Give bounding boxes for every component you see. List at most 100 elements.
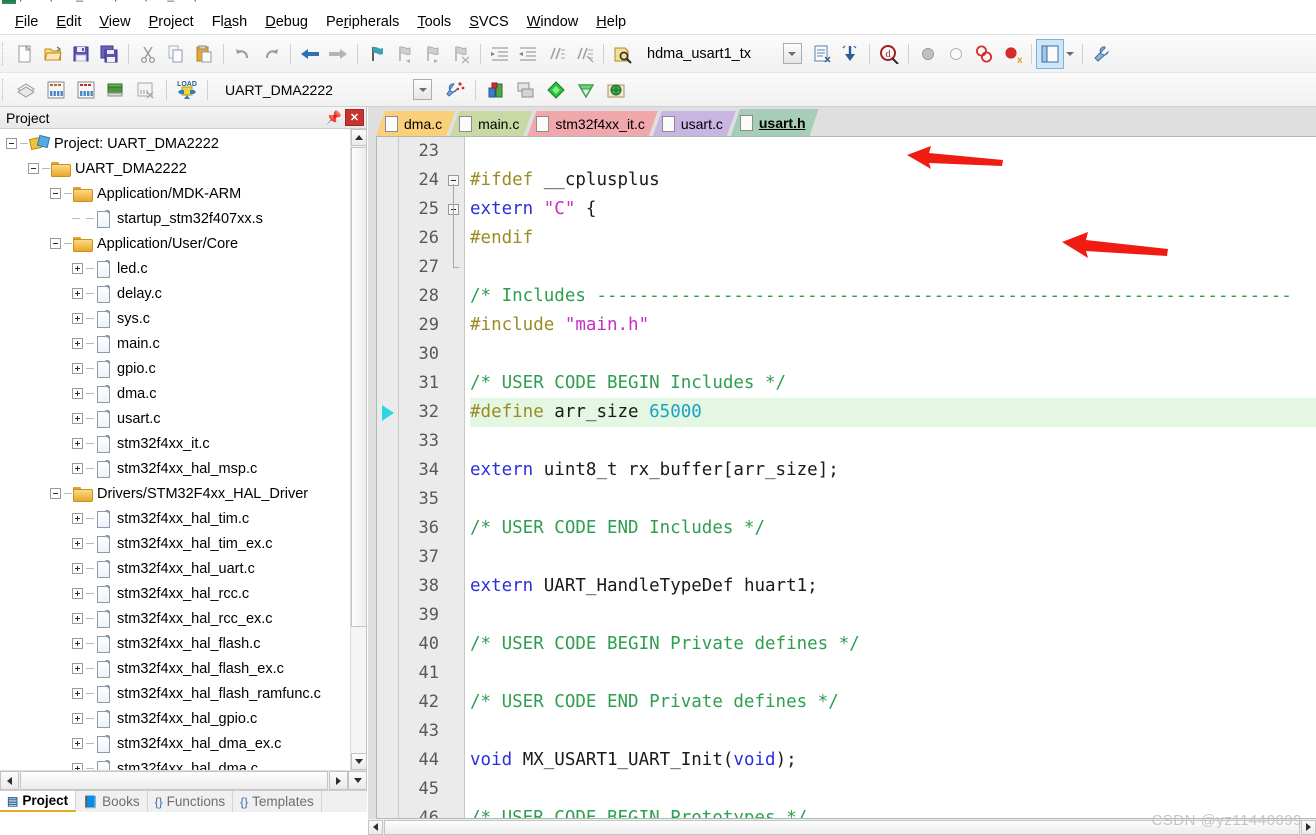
scroll-left-button[interactable] [0, 771, 19, 790]
editor-horizontal-scrollbar[interactable] [368, 819, 1316, 835]
tree-item[interactable]: Drivers/STM32F4xx_HAL_Driver [0, 481, 350, 506]
paste-icon[interactable] [190, 40, 218, 68]
tree-expand-toggle[interactable] [72, 313, 83, 324]
tree-item[interactable]: stm32f4xx_hal_gpio.c [0, 706, 350, 731]
tree-item[interactable]: dma.c [0, 381, 350, 406]
tree-collapse-toggle[interactable] [50, 488, 61, 499]
tree-item[interactable]: stm32f4xx_hal_dma.c [0, 756, 350, 770]
breakpoint-disable-icon[interactable] [942, 40, 970, 68]
editor-horizontal-scroll-thumb[interactable] [384, 819, 1300, 835]
code-line[interactable] [470, 427, 1316, 456]
cut-icon[interactable] [134, 40, 162, 68]
target-select-dropdown[interactable] [413, 79, 432, 100]
menu-item-window[interactable]: Window [518, 11, 588, 33]
tree-item[interactable]: stm32f4xx_it.c [0, 431, 350, 456]
download-icon[interactable]: LOAD [172, 77, 202, 103]
bookmark-gutter[interactable] [377, 137, 399, 818]
code-line[interactable]: /* USER CODE END Includes */ [470, 514, 1316, 543]
manage-runtime-icon[interactable] [541, 77, 571, 103]
code-line[interactable] [470, 137, 1316, 166]
tree-item[interactable]: UART_DMA2222 [0, 156, 350, 181]
redo-icon[interactable] [257, 40, 285, 68]
tree-expand-toggle[interactable] [72, 588, 83, 599]
toolbar-grip[interactable] [2, 42, 8, 65]
new-file-icon[interactable] [11, 40, 39, 68]
tree-expand-toggle[interactable] [72, 263, 83, 274]
breakpoint-disable-all-icon[interactable]: x [998, 40, 1026, 68]
breakpoint-kill-all-icon[interactable] [970, 40, 998, 68]
tree-item[interactable]: gpio.c [0, 356, 350, 381]
tree-collapse-toggle[interactable] [50, 238, 61, 249]
window-layout-icon[interactable] [1035, 38, 1064, 69]
symbol-combo-dropdown[interactable] [782, 43, 802, 64]
save-icon[interactable] [67, 40, 95, 68]
code-line[interactable]: #endif [470, 224, 1316, 253]
editor-tab-stm32f4xx_it-c[interactable]: stm32f4xx_it.c [527, 111, 657, 136]
save-all-icon[interactable] [95, 40, 123, 68]
cmsis-diamond-icon[interactable] [571, 77, 601, 103]
code-line[interactable]: #ifdef __cplusplus [470, 166, 1316, 195]
code-line[interactable]: extern UART_HandleTypeDef huart1; [470, 572, 1316, 601]
navigate-back-icon[interactable] [296, 40, 324, 68]
tree-collapse-toggle[interactable] [6, 138, 17, 149]
undo-icon[interactable] [229, 40, 257, 68]
tree-item[interactable]: sys.c [0, 306, 350, 331]
tree-item[interactable]: stm32f4xx_hal_dma_ex.c [0, 731, 350, 756]
goto-definition-icon[interactable] [836, 40, 864, 68]
code-line[interactable]: #include "main.h" [470, 311, 1316, 340]
tree-expand-toggle[interactable] [72, 438, 83, 449]
toolbar-grip[interactable] [2, 78, 8, 101]
tree-expand-toggle[interactable] [72, 338, 83, 349]
tree-item[interactable]: startup_stm32f407xx.s [0, 206, 350, 231]
scroll-right-button[interactable] [329, 771, 348, 790]
tree-item[interactable]: stm32f4xx_hal_flash_ex.c [0, 656, 350, 681]
debug-start-icon[interactable]: d [875, 40, 903, 68]
window-layout-dropdown[interactable] [1063, 40, 1077, 68]
panel-tab-functions[interactable]: {} Functions [148, 791, 234, 812]
tree-collapse-toggle[interactable] [50, 188, 61, 199]
tree-item[interactable]: stm32f4xx_hal_msp.c [0, 456, 350, 481]
code-line[interactable]: /* USER CODE BEGIN Private defines */ [470, 630, 1316, 659]
vertical-scroll-thumb[interactable] [351, 147, 367, 627]
find-in-files-icon[interactable] [609, 40, 637, 68]
code-editor[interactable]: 23 24 25 26 27 28 29 30 31 32 33 34 35 36 37 38 39 40 41 42… [376, 136, 1316, 819]
tree-item[interactable]: stm32f4xx_hal_rcc.c [0, 581, 350, 606]
tree-expand-toggle[interactable] [72, 538, 83, 549]
open-file-icon[interactable] [39, 40, 67, 68]
tree-item[interactable]: stm32f4xx_hal_rcc_ex.c [0, 606, 350, 631]
menu-item-project[interactable]: Project [140, 11, 203, 33]
copy-icon[interactable] [162, 40, 190, 68]
editor-tab-main-c[interactable]: main.c [450, 111, 532, 136]
tree-expand-toggle[interactable] [72, 288, 83, 299]
code-line[interactable] [470, 543, 1316, 572]
pin-icon[interactable]: 📌 [325, 109, 343, 127]
target-select[interactable]: UART_DMA2222 [221, 79, 401, 101]
pack-installer-icon[interactable] [511, 77, 541, 103]
code-text[interactable]: #ifdef __cplusplus extern "C" {#endif /* … [465, 137, 1316, 818]
outdent-icon[interactable] [514, 40, 542, 68]
code-line[interactable] [470, 601, 1316, 630]
menu-item-debug[interactable]: Debug [256, 11, 317, 33]
menu-item-file[interactable]: File [6, 11, 47, 33]
navigate-forward-icon[interactable] [324, 40, 352, 68]
tree-expand-toggle[interactable] [72, 613, 83, 624]
project-horizontal-scrollbar[interactable] [0, 770, 367, 790]
indent-icon[interactable] [486, 40, 514, 68]
tree-item[interactable]: Application/User/Core [0, 231, 350, 256]
browse-symbol-icon[interactable] [808, 40, 836, 68]
tree-expand-toggle[interactable] [72, 738, 83, 749]
menu-item-view[interactable]: View [90, 11, 139, 33]
code-folding-gutter[interactable] [445, 137, 465, 818]
code-line[interactable]: extern "C" { [470, 195, 1316, 224]
menu-item-svcs[interactable]: SVCS [460, 11, 518, 33]
tree-item[interactable]: stm32f4xx_hal_tim.c [0, 506, 350, 531]
code-line[interactable]: /* Includes ----------------------------… [470, 282, 1316, 311]
code-line[interactable] [470, 485, 1316, 514]
bookmark-toggle-icon[interactable] [363, 40, 391, 68]
tree-expand-toggle[interactable] [72, 663, 83, 674]
manage-components-icon[interactable] [481, 77, 511, 103]
bookmark-clear-icon[interactable] [447, 40, 475, 68]
code-line[interactable]: /* USER CODE END Private defines */ [470, 688, 1316, 717]
uncomment-icon[interactable] [570, 40, 598, 68]
rebuild-all-icon[interactable] [71, 77, 101, 103]
